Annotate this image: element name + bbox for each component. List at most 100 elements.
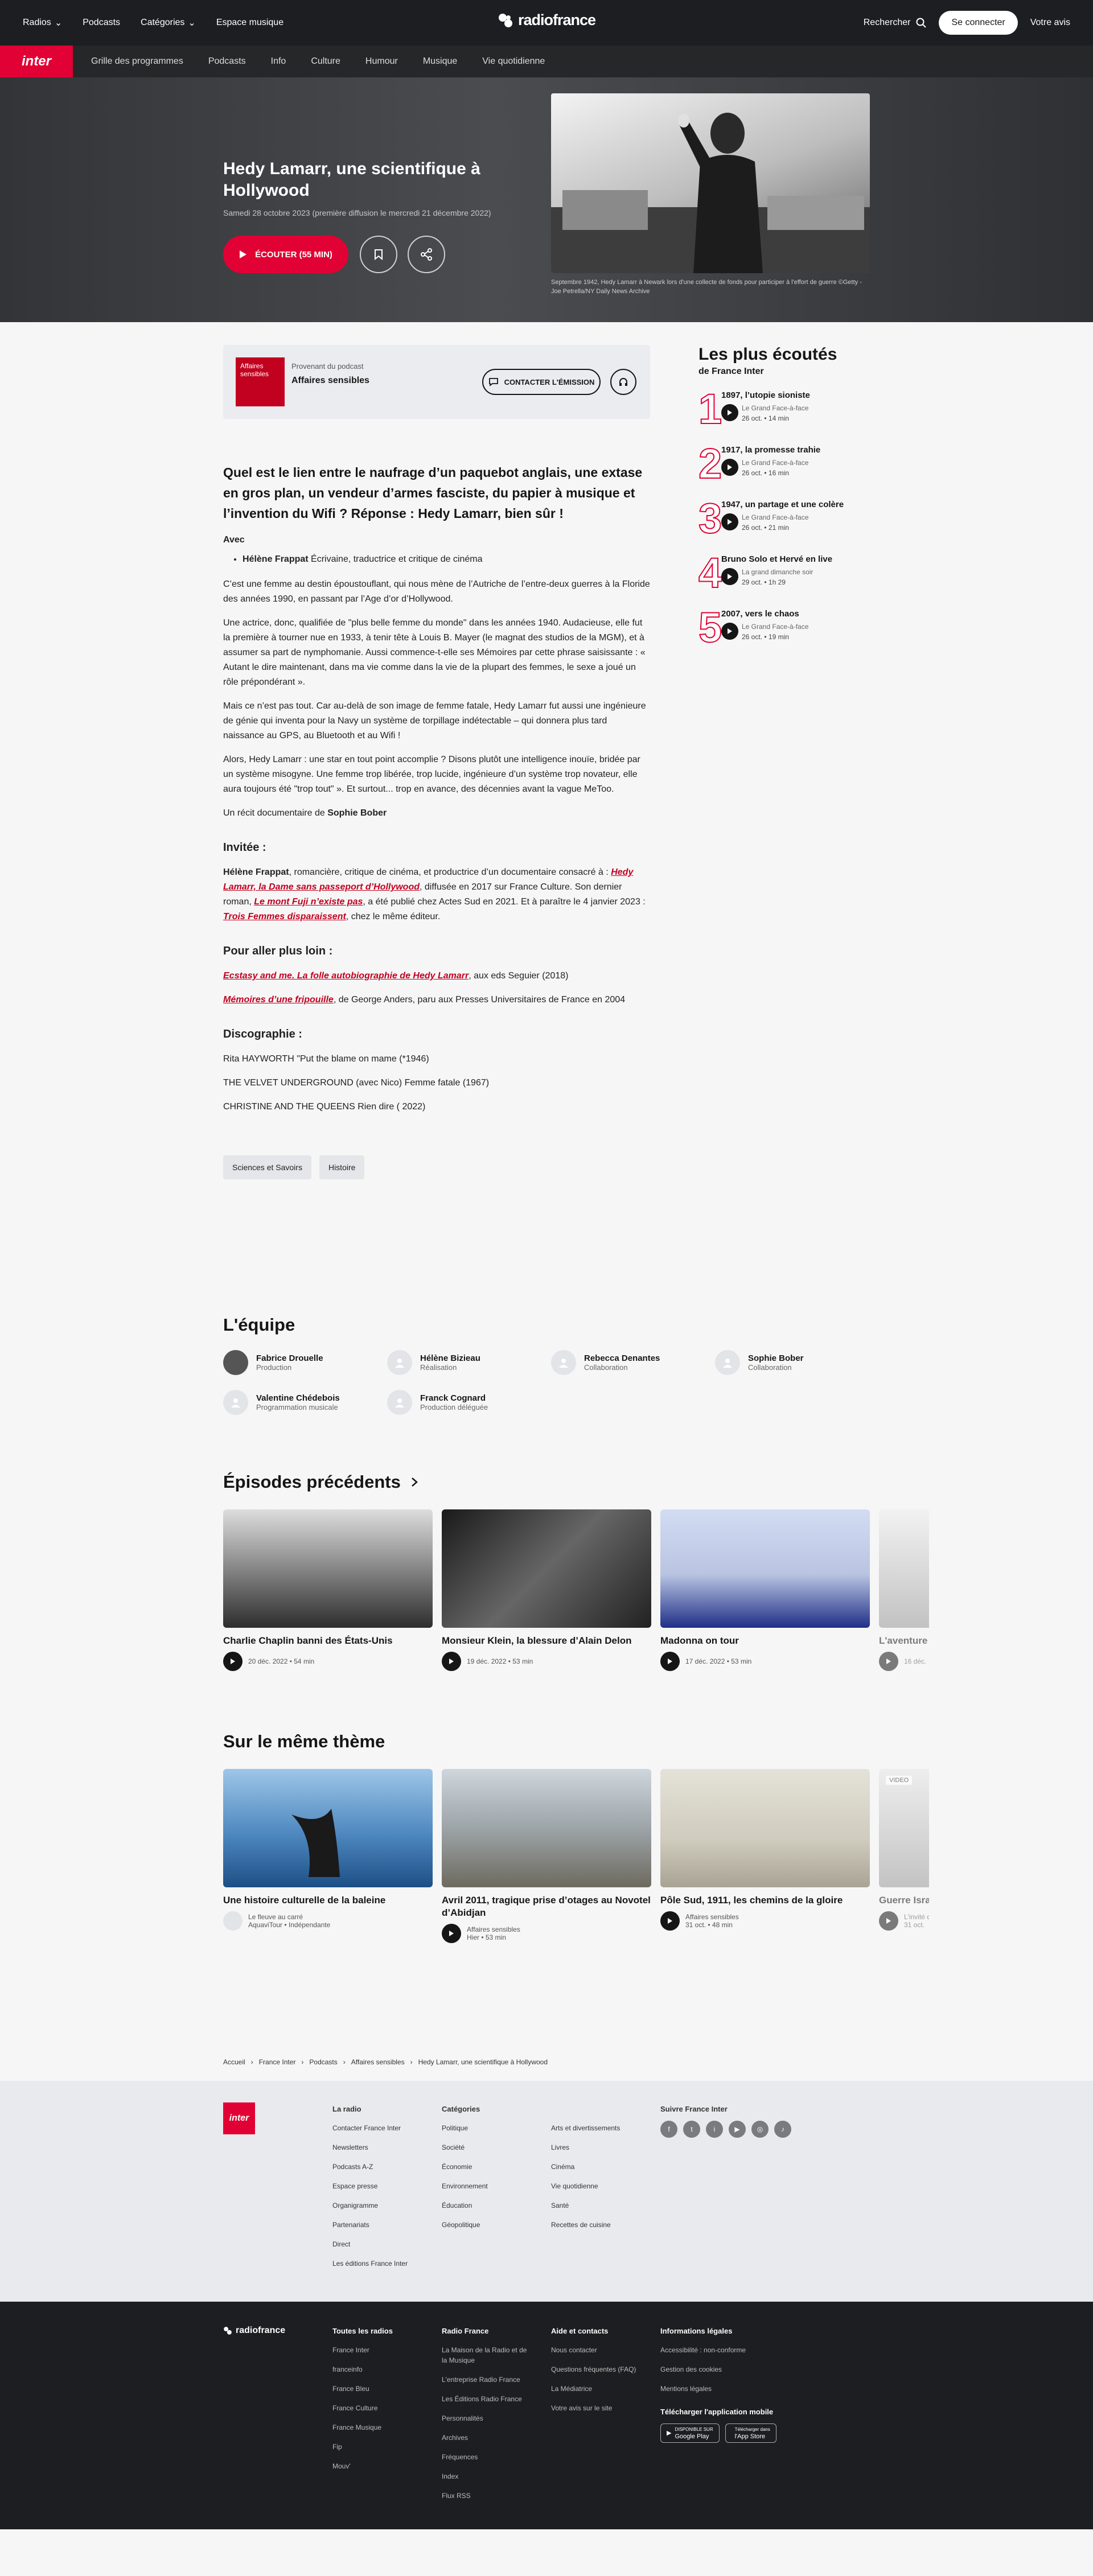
footer-link[interactable]: Société: [442, 2138, 488, 2157]
most-listened-item[interactable]: 2 1917, la promesse trahie Le Grand Face…: [698, 437, 869, 492]
breadcrumb-item[interactable]: Podcasts: [309, 2058, 337, 2066]
play-button[interactable]: [721, 404, 738, 421]
google-play-button[interactable]: ▶ DISPONIBLE SUR Google Play: [660, 2423, 720, 2443]
episode-card[interactable]: L'aventure C 16 déc.: [879, 1509, 929, 1671]
team-member[interactable]: Valentine Chédebois Programmation musical…: [223, 1390, 387, 1415]
invitee-link-new-book[interactable]: Trois Femmes disparaissent: [223, 912, 346, 921]
twitter-icon[interactable]: t: [683, 2121, 700, 2138]
team-member[interactable]: Sophie Bober Collaboration: [715, 1350, 879, 1375]
play-button[interactable]: [721, 568, 738, 585]
play-button[interactable]: [223, 1652, 243, 1671]
footer-link[interactable]: Direct: [332, 2235, 408, 2254]
play-button[interactable]: [660, 1911, 680, 1931]
snapchat-icon[interactable]: ◎: [751, 2121, 769, 2138]
most-listened-item[interactable]: 4 Bruno Solo et Hervé en live La grand d…: [698, 546, 869, 601]
footer-link[interactable]: Cinéma: [551, 2157, 620, 2176]
footer-link[interactable]: Mentions légales: [660, 2379, 776, 2398]
footer-link[interactable]: France Bleu: [332, 2379, 393, 2398]
further-link-memoires[interactable]: Mémoires d’une fripouille: [223, 995, 334, 1005]
play-button[interactable]: [879, 1911, 898, 1931]
episode-card[interactable]: Madonna on tour 17 déc. 2022 • 53 min: [660, 1509, 870, 1671]
feedback-link[interactable]: Votre avis: [1030, 18, 1070, 28]
play-button[interactable]: [721, 513, 738, 530]
footer-radiofrance-logo[interactable]: radiofrance: [223, 2326, 285, 2336]
station-nav-musique[interactable]: Musique: [423, 56, 457, 67]
play-button[interactable]: [442, 1652, 461, 1671]
facebook-icon[interactable]: f: [660, 2121, 677, 2138]
footer-link[interactable]: franceinfo: [332, 2360, 393, 2379]
footer-link[interactable]: Politique: [442, 2118, 488, 2138]
footer-link[interactable]: La Médiatrice: [551, 2379, 636, 2398]
episode-card[interactable]: Monsieur Klein, la blessure d’Alain Delo…: [442, 1509, 651, 1671]
share-button[interactable]: [408, 236, 445, 273]
footer-link[interactable]: Recettes de cuisine: [551, 2215, 620, 2235]
footer-link[interactable]: Arts et divertissements: [551, 2118, 620, 2138]
theme-card[interactable]: Pôle Sud, 1911, les chemins de la gloire…: [660, 1769, 870, 1931]
invitee-link-novel[interactable]: Le mont Fuji n’existe pas: [254, 897, 363, 907]
footer-link[interactable]: Éducation: [442, 2196, 488, 2215]
play-button[interactable]: [442, 1924, 461, 1943]
play-button[interactable]: [721, 459, 738, 476]
most-listened-item[interactable]: 3 1947, un partage et une colère Le Gran…: [698, 492, 869, 546]
nav-radios[interactable]: Radios ⌄: [23, 17, 62, 28]
footer-link[interactable]: Archives: [442, 2428, 527, 2447]
episode-card[interactable]: Charlie Chaplin banni des États-Unis 20 …: [223, 1509, 433, 1671]
footer-link[interactable]: Livres: [551, 2138, 620, 2157]
play-button[interactable]: [879, 1652, 898, 1671]
footer-link[interactable]: Économie: [442, 2157, 488, 2176]
footer-inter-logo[interactable]: inter: [223, 2102, 255, 2134]
breadcrumb-item[interactable]: Accueil: [223, 2058, 245, 2066]
further-link-ecstasy[interactable]: Ecstasy and me. La folle autobiographie …: [223, 971, 469, 981]
station-nav-podcasts[interactable]: Podcasts: [208, 56, 246, 67]
footer-link[interactable]: Podcasts A-Z: [332, 2157, 408, 2176]
play-button[interactable]: [721, 623, 738, 640]
subscribe-button[interactable]: [610, 369, 636, 395]
footer-link[interactable]: Newsletters: [332, 2138, 408, 2157]
footer-link[interactable]: Espace presse: [332, 2176, 408, 2196]
instagram-icon[interactable]: i: [706, 2121, 723, 2138]
listen-button[interactable]: ÉCOUTER (55 MIN): [223, 236, 348, 273]
bookmark-button[interactable]: [360, 236, 397, 273]
nav-categories[interactable]: Catégories ⌄: [141, 17, 196, 28]
footer-link[interactable]: Environnement: [442, 2176, 488, 2196]
podcast-thumbnail[interactable]: Affaires sensibles: [236, 357, 285, 406]
footer-link[interactable]: Vie quotidienne: [551, 2176, 620, 2196]
most-listened-item[interactable]: 5 2007, vers le chaos Le Grand Face-à-fa…: [698, 601, 869, 656]
team-member[interactable]: Rebecca Denantes Collaboration: [551, 1350, 715, 1375]
station-nav-humour[interactable]: Humour: [365, 56, 398, 67]
footer-link[interactable]: L'entreprise Radio France: [442, 2370, 527, 2389]
app-store-button[interactable]: Télécharger dans l'App Store: [725, 2423, 776, 2443]
footer-link[interactable]: Les éditions France Inter: [332, 2254, 408, 2273]
nav-espace-musique[interactable]: Espace musique: [216, 18, 283, 28]
footer-link[interactable]: Index: [442, 2467, 527, 2486]
footer-link[interactable]: Les Éditions Radio France: [442, 2389, 527, 2409]
youtube-icon[interactable]: ▶: [729, 2121, 746, 2138]
play-button[interactable]: [660, 1652, 680, 1671]
station-nav-info[interactable]: Info: [271, 56, 286, 67]
station-nav-vie-quotidienne[interactable]: Vie quotidienne: [482, 56, 545, 67]
footer-link[interactable]: France Musique: [332, 2418, 393, 2437]
footer-link[interactable]: Votre avis sur le site: [551, 2398, 636, 2418]
france-inter-logo[interactable]: inter: [0, 46, 73, 77]
footer-link[interactable]: Personnalités: [442, 2409, 527, 2428]
breadcrumb-item[interactable]: Affaires sensibles: [351, 2058, 405, 2066]
nav-podcasts[interactable]: Podcasts: [83, 18, 120, 28]
most-listened-item[interactable]: 1 1897, l’utopie sioniste Le Grand Face-…: [698, 382, 869, 437]
footer-link[interactable]: Accessibilité : non-conforme: [660, 2340, 776, 2360]
theme-card[interactable]: Avril 2011, tragique prise d’otages au N…: [442, 1769, 651, 1943]
tiktok-icon[interactable]: ♪: [774, 2121, 791, 2138]
footer-link[interactable]: Géopolitique: [442, 2215, 488, 2235]
footer-link[interactable]: France Inter: [332, 2340, 393, 2360]
tag-sciences[interactable]: Sciences et Savoirs: [223, 1155, 311, 1179]
team-member[interactable]: Hélène Bizieau Réalisation: [387, 1350, 551, 1375]
station-nav-grille[interactable]: Grille des programmes: [91, 56, 183, 67]
footer-link[interactable]: La Maison de la Radio et de la Musique: [442, 2340, 527, 2370]
podcast-name[interactable]: Affaires sensibles: [291, 376, 369, 386]
footer-link[interactable]: Flux RSS: [442, 2486, 527, 2505]
breadcrumb-item[interactable]: France Inter: [259, 2058, 296, 2066]
footer-link[interactable]: Fréquences: [442, 2447, 527, 2467]
footer-link[interactable]: Contacter France Inter: [332, 2118, 408, 2138]
footer-link[interactable]: Mouv': [332, 2456, 393, 2476]
footer-link[interactable]: Gestion des cookies: [660, 2360, 776, 2379]
footer-link[interactable]: Questions fréquentes (FAQ): [551, 2360, 636, 2379]
